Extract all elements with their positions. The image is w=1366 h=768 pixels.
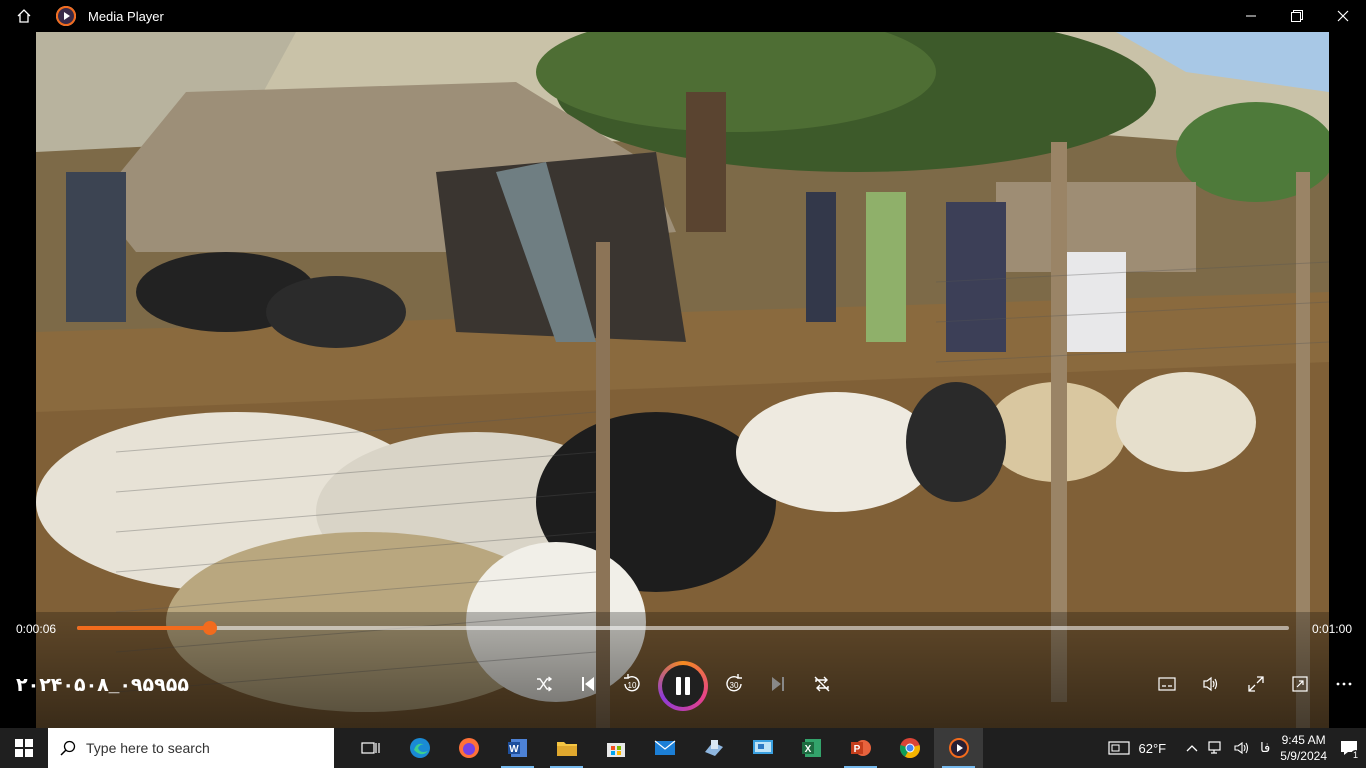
taskbar-store[interactable] xyxy=(591,728,640,768)
more-icon xyxy=(1336,682,1352,686)
start-button[interactable] xyxy=(0,728,48,768)
input-language[interactable]: فا xyxy=(1255,728,1275,768)
skip-back-label: 10 xyxy=(628,681,637,690)
taskbar-media-player[interactable] xyxy=(934,728,983,768)
close-button[interactable] xyxy=(1320,0,1366,32)
next-icon xyxy=(772,677,784,691)
svg-text:P: P xyxy=(853,744,860,755)
pause-icon xyxy=(662,665,704,707)
play-pause-button[interactable] xyxy=(658,661,708,711)
previous-icon xyxy=(582,677,594,691)
network-icon xyxy=(1208,741,1221,754)
task-view-icon xyxy=(360,742,380,754)
taskbar-control-panel[interactable] xyxy=(738,728,787,768)
taskbar-desktop-app[interactable] xyxy=(689,728,738,768)
seek-bar[interactable] xyxy=(77,621,1289,635)
shuffle-icon xyxy=(537,676,553,692)
desktop-app-icon xyxy=(704,740,723,756)
fullscreen-button[interactable] xyxy=(1242,670,1270,698)
repeat-button[interactable] xyxy=(808,670,836,698)
previous-button[interactable] xyxy=(574,670,602,698)
volume-tray-button[interactable] xyxy=(1229,728,1255,768)
weather-icon xyxy=(1108,741,1131,755)
skip-forward-label: 30 xyxy=(730,681,739,690)
captions-button[interactable] xyxy=(1153,670,1181,698)
close-icon xyxy=(1337,10,1349,22)
show-hidden-icons-button[interactable] xyxy=(1181,728,1203,768)
search-icon xyxy=(60,740,76,756)
more-options-button[interactable] xyxy=(1330,670,1358,698)
media-player-window: Media Player 0:00:06 0:01:00 ۲۰۲۴۰۵۰۸_۰۹… xyxy=(0,0,1366,768)
svg-text:W: W xyxy=(509,744,519,755)
firefox-icon xyxy=(458,738,479,758)
minimize-button[interactable] xyxy=(1228,0,1274,32)
mail-icon xyxy=(654,740,675,755)
chrome-icon xyxy=(899,738,920,759)
system-tray: 62°F فا 9:45 AM 5/9/2024 1 xyxy=(1103,728,1366,768)
shuffle-button[interactable] xyxy=(530,670,558,698)
title-bar: Media Player xyxy=(0,0,1366,32)
taskbar-file-explorer[interactable] xyxy=(542,728,591,768)
player-controls: 0:00:06 0:01:00 ۲۰۲۴۰۵۰۸_۰۹۵۹۵۵ 10 30 xyxy=(0,612,1366,728)
taskbar-firefox[interactable] xyxy=(444,728,493,768)
excel-icon: X xyxy=(801,739,821,757)
network-button[interactable] xyxy=(1203,728,1229,768)
control-panel-icon xyxy=(752,740,773,754)
seek-thumb[interactable] xyxy=(203,621,218,635)
task-view-button[interactable] xyxy=(346,728,395,768)
mini-player-icon xyxy=(1292,676,1308,692)
taskbar-powerpoint[interactable]: P xyxy=(836,728,885,768)
skip-forward-30-icon: 30 xyxy=(726,674,742,692)
taskbar-search[interactable] xyxy=(48,728,334,768)
clock[interactable]: 9:45 AM 5/9/2024 xyxy=(1275,728,1332,768)
window-title: Media Player xyxy=(88,8,164,24)
taskbar-word[interactable]: W xyxy=(493,728,542,768)
volume-icon xyxy=(1203,676,1218,692)
clock-date: 5/9/2024 xyxy=(1280,749,1327,763)
taskbar-edge[interactable] xyxy=(395,728,444,768)
speaker-icon xyxy=(1234,741,1249,755)
volume-button[interactable] xyxy=(1197,670,1225,698)
total-time: 0:01:00 xyxy=(1311,622,1352,636)
repeat-off-icon xyxy=(814,676,830,692)
store-icon xyxy=(606,743,625,757)
weather-widget[interactable]: 62°F xyxy=(1103,728,1171,768)
minimize-icon xyxy=(1246,15,1256,17)
maximize-button[interactable] xyxy=(1274,0,1320,32)
seek-progress xyxy=(77,626,211,630)
weather-temp: 62°F xyxy=(1138,740,1167,756)
chevron-up-icon xyxy=(1186,745,1198,752)
captions-icon xyxy=(1158,677,1176,691)
search-input[interactable] xyxy=(86,740,316,756)
taskbar-excel[interactable]: X xyxy=(787,728,836,768)
maximize-icon xyxy=(1291,10,1303,22)
mini-player-button[interactable] xyxy=(1286,670,1314,698)
edge-icon xyxy=(409,738,430,758)
skip-back-button[interactable]: 10 xyxy=(618,670,646,698)
file-explorer-icon xyxy=(556,742,577,756)
next-button[interactable] xyxy=(764,670,792,698)
media-player-icon xyxy=(948,738,969,758)
clock-time: 9:45 AM xyxy=(1281,733,1326,747)
word-icon: W xyxy=(507,739,527,757)
notification-center-button[interactable]: 1 xyxy=(1332,728,1366,768)
windows-taskbar: W xyxy=(0,728,1366,768)
fullscreen-icon xyxy=(1248,676,1264,692)
svg-text:X: X xyxy=(804,744,811,755)
home-button[interactable] xyxy=(0,0,48,32)
home-icon xyxy=(17,9,31,23)
media-player-icon xyxy=(56,6,76,26)
notification-count: 1 xyxy=(1350,750,1360,760)
taskbar-mail[interactable] xyxy=(640,728,689,768)
skip-back-10-icon: 10 xyxy=(624,674,640,692)
skip-forward-button[interactable]: 30 xyxy=(720,670,748,698)
current-time: 0:00:06 xyxy=(16,622,57,636)
windows-icon xyxy=(15,739,33,757)
taskbar-chrome[interactable] xyxy=(885,728,934,768)
powerpoint-icon: P xyxy=(850,740,871,756)
media-title: ۲۰۲۴۰۵۰۸_۰۹۵۹۵۵ xyxy=(16,675,189,696)
